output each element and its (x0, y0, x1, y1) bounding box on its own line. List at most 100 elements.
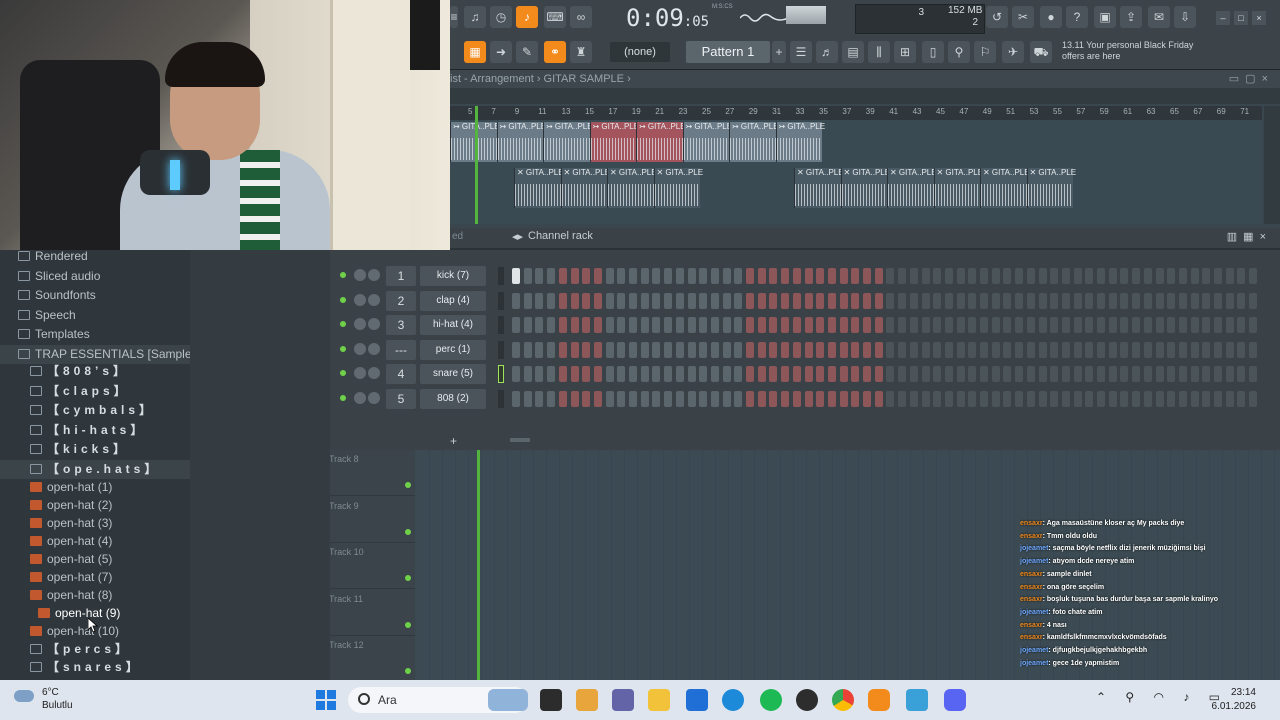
step-button[interactable] (734, 268, 743, 284)
step-button[interactable] (640, 268, 649, 284)
step-button[interactable] (1249, 366, 1258, 383)
browser-folder-item[interactable]: Speech (0, 306, 190, 325)
step-button[interactable] (605, 341, 614, 358)
step-button[interactable] (547, 391, 556, 407)
channel-mute-led[interactable] (340, 395, 346, 401)
channel-pan-knob[interactable] (368, 269, 380, 281)
step-button[interactable] (593, 391, 602, 407)
step-button[interactable] (1120, 366, 1129, 383)
step-button[interactable] (1061, 366, 1070, 383)
channel-select[interactable] (498, 340, 504, 359)
browser-folder-item[interactable]: Sliced audio (0, 267, 190, 286)
step-button[interactable] (1097, 268, 1105, 284)
step-button[interactable] (863, 317, 871, 334)
step-button[interactable] (757, 391, 766, 407)
step-button[interactable] (781, 292, 790, 309)
channel-row[interactable]: 1 kick (7) (340, 266, 1270, 286)
step-button[interactable] (898, 366, 907, 383)
track-header[interactable]: Track 9 (325, 497, 415, 543)
step-button[interactable] (980, 317, 988, 334)
pattern-snap-select[interactable]: (none) (610, 42, 670, 62)
browser-icon[interactable]: ⊞ (894, 41, 916, 63)
step-button[interactable] (956, 268, 965, 284)
step-button[interactable] (605, 268, 614, 284)
step-button[interactable] (886, 292, 895, 309)
step-button[interactable] (933, 292, 942, 309)
step-button[interactable] (652, 341, 661, 358)
stamp-icon[interactable]: ♜ (570, 41, 592, 63)
step-button[interactable] (1097, 292, 1105, 309)
minimize-icon[interactable]: – (1216, 11, 1230, 25)
download-icon[interactable]: ⇩ (1174, 6, 1196, 28)
step-button[interactable] (898, 268, 907, 284)
step-button[interactable] (1015, 391, 1024, 407)
step-button[interactable] (851, 341, 860, 358)
step-button[interactable] (558, 366, 567, 383)
save-icon[interactable]: ▣ (1094, 6, 1116, 28)
channel-volume-knob[interactable] (354, 293, 366, 306)
channel-pan-knob[interactable] (368, 392, 380, 404)
step-button[interactable] (523, 341, 532, 358)
browser-folder-item[interactable]: 【808’s】 (0, 362, 190, 381)
step-button[interactable] (1167, 268, 1176, 284)
browser-file-item[interactable]: open-hat (7) (0, 568, 190, 587)
channel-pan-knob[interactable] (368, 342, 380, 355)
step-button[interactable] (523, 366, 532, 383)
step-button[interactable] (1120, 391, 1129, 407)
step-button[interactable] (863, 292, 871, 309)
step-button[interactable] (1178, 268, 1187, 284)
step-button[interactable] (535, 292, 544, 309)
step-button[interactable] (921, 268, 930, 284)
step-button[interactable] (851, 292, 860, 309)
step-button[interactable] (1108, 268, 1117, 284)
step-button[interactable] (593, 341, 602, 358)
step-button[interactable] (629, 341, 637, 358)
step-button[interactable] (605, 292, 614, 309)
step-button[interactable] (769, 268, 778, 284)
channel-mixer-track[interactable]: 4 (386, 364, 416, 385)
step-button[interactable] (570, 366, 579, 383)
step-button[interactable] (944, 391, 953, 407)
channel-row[interactable]: 3 hi-hat (4) (340, 315, 1270, 336)
channel-name-button[interactable]: kick (7) (420, 266, 486, 286)
step-button[interactable] (816, 268, 825, 284)
step-button[interactable] (1050, 391, 1059, 407)
step-button[interactable] (909, 292, 918, 309)
channel-name-button[interactable]: clap (4) (420, 290, 486, 311)
brush-icon[interactable]: ✎ (516, 41, 538, 63)
audio-clip[interactable]: ↣ GITA..PLE (543, 122, 593, 162)
channel-volume-knob[interactable] (354, 392, 366, 404)
rack-arrow-icon[interactable]: ◂▸ (512, 230, 523, 243)
step-button[interactable] (617, 268, 626, 284)
step-button[interactable] (781, 341, 790, 358)
audio-clip[interactable]: ✕ GITA..PLE (560, 168, 610, 208)
step-button[interactable] (687, 317, 696, 334)
step-button[interactable] (640, 341, 649, 358)
step-button[interactable] (1015, 292, 1024, 309)
step-button[interactable] (535, 366, 544, 383)
step-button[interactable] (1038, 391, 1047, 407)
step-button[interactable] (933, 366, 942, 383)
channel-mute-led[interactable] (340, 272, 346, 278)
step-button[interactable] (1190, 341, 1199, 358)
step-button[interactable] (804, 292, 813, 309)
step-button[interactable] (909, 268, 918, 284)
step-button[interactable] (593, 366, 602, 383)
step-button[interactable] (792, 292, 801, 309)
step-button[interactable] (1085, 268, 1094, 284)
step-button[interactable] (1237, 366, 1246, 383)
audio-clip[interactable]: ↣ GITA..PLE (450, 122, 500, 162)
step-button[interactable] (781, 391, 790, 407)
step-button[interactable] (874, 268, 883, 284)
audio-clip[interactable]: ✕ GITA..PLE (887, 168, 937, 208)
step-button[interactable] (1085, 391, 1094, 407)
step-button[interactable] (980, 391, 988, 407)
file-icon[interactable]: ▯ (922, 41, 944, 63)
step-button[interactable] (933, 268, 942, 284)
file-explorer-icon[interactable] (648, 689, 670, 711)
audio-clip[interactable]: ↣ GITA..PLE (682, 122, 732, 162)
step-button[interactable] (652, 268, 661, 284)
browser-file-item[interactable]: open-hat (3) (0, 514, 190, 533)
step-button[interactable] (1026, 317, 1035, 334)
channel-rack-icon[interactable]: ▤ (842, 41, 864, 63)
